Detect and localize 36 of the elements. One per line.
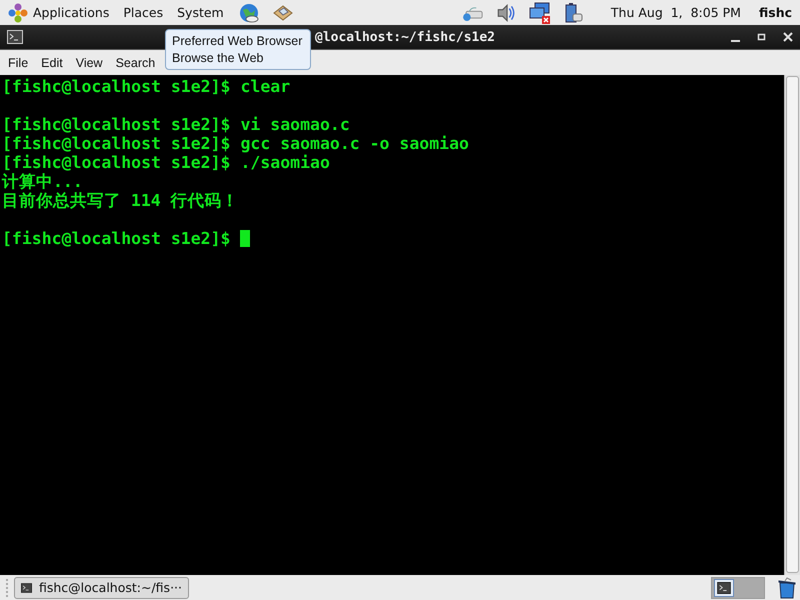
window-title: @localhost:~/fishc/s1e2: [315, 30, 496, 44]
text-cursor: [240, 230, 250, 247]
shell-prompt: [fishc@localhost s1e2]$: [2, 229, 230, 248]
command-text: gcc saomao.c -o saomiao: [240, 134, 469, 153]
shell-prompt: [fishc@localhost s1e2]$: [2, 77, 230, 96]
panel-menu[interactable]: Places: [123, 5, 164, 20]
panel-menu[interactable]: System: [177, 5, 224, 20]
command-text: vi saomao.c: [240, 115, 350, 134]
shell-prompt: [fishc@localhost s1e2]$: [2, 115, 230, 134]
battery-plug-icon[interactable]: [562, 2, 585, 24]
tooltip-text: Preferred Web Browser: [172, 33, 302, 50]
terminal-icon: [7, 30, 23, 44]
command-text: clear: [240, 77, 290, 96]
network-offline-icon[interactable]: [528, 2, 551, 24]
maximize-icon[interactable]: [756, 31, 768, 43]
shell-prompt: [fishc@localhost s1e2]$: [2, 134, 230, 153]
output-text: 计算中...: [2, 172, 83, 191]
output-text: 目前你总共写了 114 行代码！: [2, 191, 239, 210]
user-name[interactable]: fishc: [758, 5, 792, 20]
taskbar-button[interactable]: fishc@localhost:~/fis···: [14, 576, 189, 598]
menu-item[interactable]: View: [76, 56, 103, 70]
terminal-icon[interactable]: [714, 578, 734, 596]
shell-prompt: [fishc@localhost s1e2]$: [2, 153, 230, 172]
globe-icon[interactable]: [238, 2, 260, 24]
menu-item[interactable]: Edit: [41, 56, 63, 70]
trash-icon[interactable]: [777, 576, 797, 598]
close-icon[interactable]: [782, 31, 794, 43]
menu-item[interactable]: Search: [116, 56, 156, 70]
panel-menu[interactable]: Applications: [33, 5, 110, 20]
command-text: ./saomiao: [240, 153, 330, 172]
clock-text[interactable]: Thu Aug 1, 8:05 PM: [610, 5, 741, 20]
tooltip-text: Browse the Web: [172, 50, 264, 67]
flower-logo-icon[interactable]: [8, 2, 28, 22]
workspace-switcher[interactable]: [711, 576, 765, 598]
terminal-icon: [21, 580, 32, 594]
menu-item[interactable]: File: [8, 56, 28, 70]
